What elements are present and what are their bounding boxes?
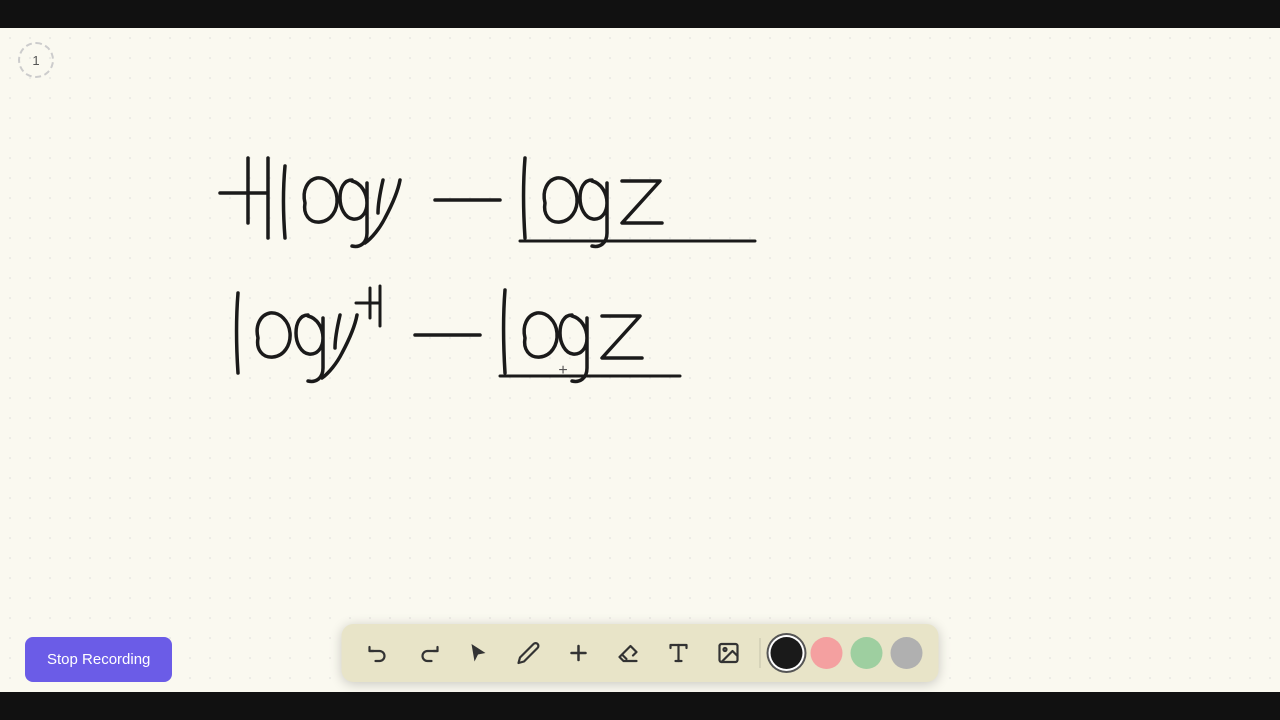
toolbar-divider xyxy=(760,638,761,668)
color-black[interactable] xyxy=(771,637,803,669)
svg-text:+: + xyxy=(558,362,567,379)
pen-button[interactable] xyxy=(508,632,550,674)
color-gray[interactable] xyxy=(891,637,923,669)
color-pink[interactable] xyxy=(811,637,843,669)
text-button[interactable] xyxy=(658,632,700,674)
bottom-bar: Stop Recording xyxy=(0,692,1280,720)
color-green[interactable] xyxy=(851,637,883,669)
top-bar xyxy=(0,0,1280,28)
canvas-area[interactable]: 1 xyxy=(0,28,1280,692)
handwriting-area: + xyxy=(0,28,1280,692)
select-button[interactable] xyxy=(458,632,500,674)
undo-button[interactable] xyxy=(358,632,400,674)
add-button[interactable] xyxy=(558,632,600,674)
redo-button[interactable] xyxy=(408,632,450,674)
eraser-button[interactable] xyxy=(608,632,650,674)
stop-recording-button[interactable]: Stop Recording xyxy=(25,637,172,682)
toolbar xyxy=(342,624,939,682)
image-button[interactable] xyxy=(708,632,750,674)
page-number: 1 xyxy=(18,42,54,78)
